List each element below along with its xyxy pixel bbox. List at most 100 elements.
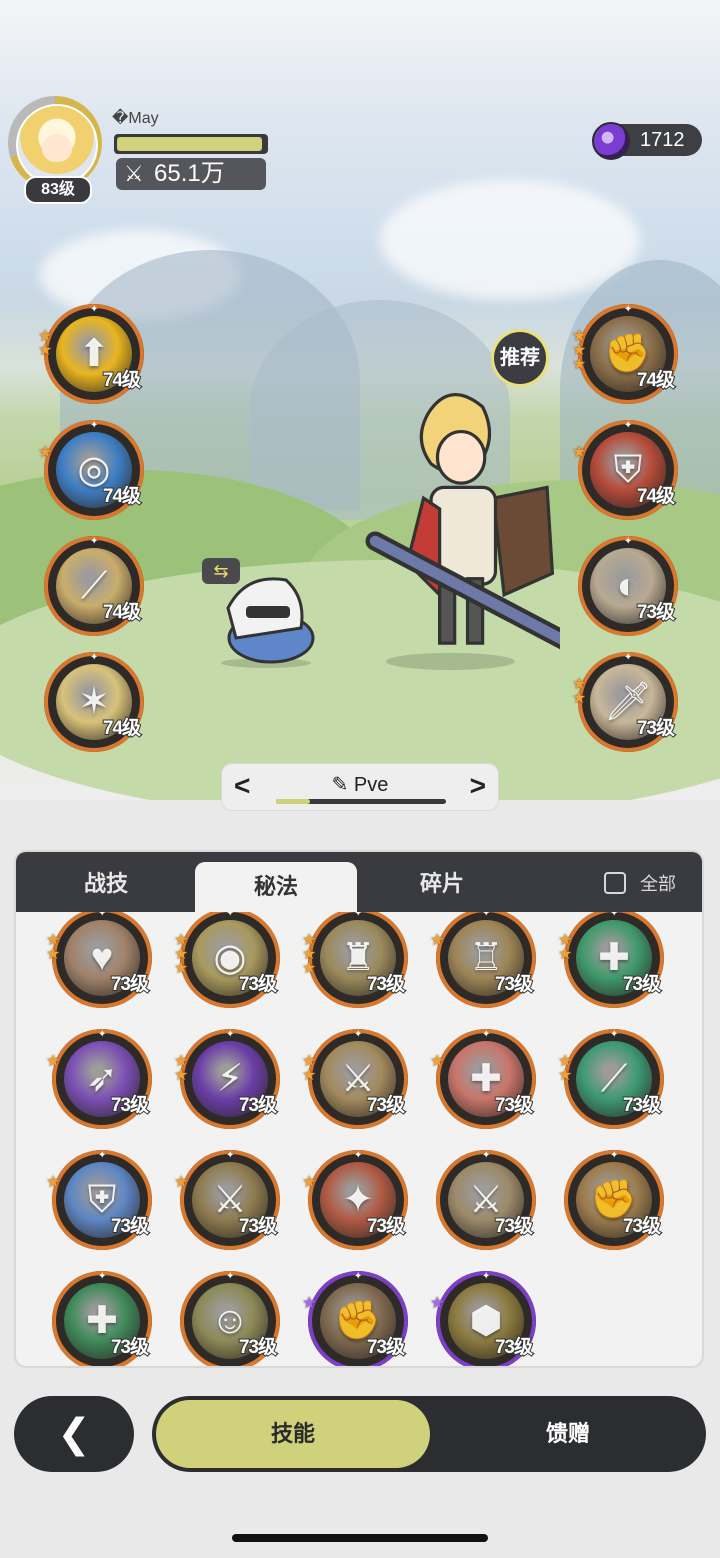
secret-art-skill-slot[interactable]: ♥ ✦ ★ ★ 73级: [46, 912, 152, 1008]
equipped-left-skill-slot[interactable]: ✶ ✦ 74级: [44, 652, 144, 752]
home-indicator: [232, 1534, 488, 1542]
star-rating: ★ ★: [558, 933, 578, 963]
star-icon: ★: [572, 356, 587, 373]
preset-name[interactable]: ✎ Pve: [222, 772, 498, 797]
equipped-left-skill-slot[interactable]: ⬆ ✦ ★ ★ 74级: [38, 304, 144, 404]
sparkle-icon: ✦: [482, 1029, 491, 1040]
star-icon: ★: [46, 1053, 61, 1070]
sparkle-icon: ✦: [354, 1150, 363, 1161]
skill-level-label: 74级: [102, 717, 142, 740]
secret-art-skill-slot[interactable]: ➶ ✦ ★ 73级: [46, 1029, 152, 1129]
star-rating: ★: [572, 445, 592, 461]
sparkle-icon: ✦: [354, 912, 363, 919]
star-icon: ★: [430, 932, 445, 949]
secret-art-skill-slot[interactable]: ✊ ✦ 73级: [564, 1150, 664, 1250]
avatar-portrait: [16, 104, 98, 186]
star-rating: ★: [46, 1053, 66, 1070]
skill-inventory-panel: 战技 秘法 碎片 全部 ♥ ✦ ★ ★ 73级 ◉ ✦ ★ ★ ★ 73级 ♜ ✦ ★ ★ ★ 73级 ♖ ✦ ★ 73…: [16, 852, 702, 1366]
equipped-right-skill-slot[interactable]: ✊ ✦ ★ ★ ★ 74级: [572, 304, 678, 404]
star-icon: ★: [38, 444, 53, 461]
sparkle-icon: ✦: [610, 1150, 619, 1161]
sparkle-icon: ✦: [482, 912, 491, 919]
secret-art-skill-slot[interactable]: ⚔ ✦ ★ ★ 73级: [302, 1029, 408, 1129]
equipped-right-skill-slot[interactable]: ◐ ✦ 73级: [578, 536, 678, 636]
equipped-right-skill-slot[interactable]: 🗡 ✦ ★ ★ 73级: [572, 652, 678, 752]
skill-level-label: 73级: [636, 601, 676, 624]
sparkle-icon: ✦: [482, 1150, 491, 1161]
crossed-swords-icon: ⚔: [124, 161, 144, 186]
gifts-tab-button[interactable]: 馈赠: [430, 1400, 706, 1468]
show-all-checkbox[interactable]: [604, 872, 626, 894]
sparkle-icon: ✦: [226, 912, 235, 919]
skill-level-label: 73级: [238, 973, 278, 996]
preset-label: Pve: [353, 774, 389, 796]
secret-art-skill-slot[interactable]: ⚔ ✦ ★ 73级: [174, 1150, 280, 1250]
secret-art-skill-slot[interactable]: ✊ ✦ ★ 73级: [302, 1271, 408, 1366]
skill-level-label: 73级: [110, 1215, 150, 1238]
skill-level-label: 73级: [366, 1215, 406, 1238]
skill-preset-selector: < ✎ Pve >: [222, 764, 498, 810]
sparkle-icon: ✦: [624, 304, 633, 315]
skill-level-label: 73级: [622, 973, 662, 996]
equipped-left-skill-slot[interactable]: ◎ ✦ ★ 74级: [38, 420, 144, 520]
secret-art-skill-slot[interactable]: ⚔ ✦ 73级: [436, 1150, 536, 1250]
equipped-left-skill-slot[interactable]: ⟋ ✦ 74级: [44, 536, 144, 636]
skills-tab-button[interactable]: 技能: [156, 1400, 430, 1468]
show-all-label: 全部: [640, 874, 676, 894]
sparkle-icon: ✦: [610, 1029, 619, 1040]
secret-art-skill-slot[interactable]: ♜ ✦ ★ ★ ★ 73级: [302, 912, 408, 1008]
secret-art-skill-slot[interactable]: ✚ ✦ ★ 73级: [430, 1029, 536, 1129]
hero-character-art: [365, 393, 560, 670]
skill-grid[interactable]: ♥ ✦ ★ ★ 73级 ◉ ✦ ★ ★ ★ 73级 ♜ ✦ ★ ★ ★ 73级 ♖ ✦ ★ 73级 ✚ ✦ ★ ★ 73级 ➶ ✦ ★ 7…: [16, 912, 702, 1366]
secret-art-skill-slot[interactable]: ☺ ✦ 73级: [180, 1271, 280, 1366]
sparkle-icon: ✦: [354, 1029, 363, 1040]
gem-currency-display[interactable]: 1712: [592, 122, 702, 160]
next-preset-arrow-icon[interactable]: >: [470, 770, 486, 802]
sparkle-icon: ✦: [98, 1150, 107, 1161]
star-rating: ★: [46, 1174, 66, 1191]
combat-power-value: 65.1万: [154, 160, 225, 187]
tab-combat-skills[interactable]: 战技: [16, 852, 196, 912]
bottom-tab-switcher: 技能 馈赠: [152, 1396, 706, 1472]
exp-bar-fill: [117, 137, 263, 151]
secret-art-skill-slot[interactable]: ⟋ ✦ ★ ★ 73级: [558, 1029, 664, 1129]
star-icon: ★: [174, 1067, 189, 1084]
sparkle-icon: ✦: [98, 1029, 107, 1040]
secret-art-skill-slot[interactable]: ♖ ✦ ★ 73级: [430, 912, 536, 1008]
secret-art-skill-slot[interactable]: ⚡ ✦ ★ ★ 73级: [174, 1029, 280, 1129]
tab-secret-arts[interactable]: 秘法: [195, 862, 357, 914]
star-icon: ★: [38, 342, 53, 359]
sparkle-icon: ✦: [90, 536, 99, 547]
star-rating: ★: [430, 932, 450, 949]
skill-level-label: 73级: [494, 1336, 534, 1359]
secret-art-skill-slot[interactable]: ◉ ✦ ★ ★ ★ 73级: [174, 912, 280, 1008]
secret-art-skill-slot[interactable]: ⛨ ✦ ★ 73级: [46, 1150, 152, 1250]
tab-fragments[interactable]: 碎片: [362, 852, 522, 912]
preset-progress-bar: [276, 799, 446, 804]
star-icon: ★: [302, 1067, 317, 1084]
star-icon: ★: [46, 1174, 61, 1191]
sparkle-icon: ✦: [482, 1271, 491, 1282]
back-button[interactable]: ❮: [14, 1396, 134, 1472]
gem-count: 1712: [640, 129, 685, 151]
skill-level-label: 73级: [494, 1094, 534, 1117]
star-rating: ★ ★: [46, 933, 66, 963]
skill-level-label: 74级: [636, 485, 676, 508]
secret-art-skill-slot[interactable]: ✚ ✦ ★ ★ 73级: [558, 912, 664, 1008]
sparkle-icon: ✦: [226, 1150, 235, 1161]
player-name: �May: [112, 110, 159, 127]
sparkle-icon: ✦: [226, 1029, 235, 1040]
star-rating: ★ ★: [572, 677, 592, 707]
secret-art-skill-slot[interactable]: ✚ ✦ 73级: [52, 1271, 152, 1366]
equipped-right-skill-slot[interactable]: ⛨ ✦ ★ 74级: [572, 420, 678, 520]
skill-level-label: 73级: [238, 1336, 278, 1359]
star-rating: ★ ★: [38, 329, 58, 359]
secret-art-skill-slot[interactable]: ⬢ ✦ ★ 73级: [430, 1271, 536, 1366]
recommend-button[interactable]: 推荐: [494, 332, 546, 384]
star-icon: ★: [174, 1174, 189, 1191]
exp-bar: [114, 134, 268, 154]
secret-art-skill-slot[interactable]: ✦ ✦ ★ 73级: [302, 1150, 408, 1250]
star-rating: ★ ★: [302, 1054, 322, 1084]
star-rating: ★: [174, 1174, 194, 1191]
sparkle-icon: ✦: [90, 304, 99, 315]
